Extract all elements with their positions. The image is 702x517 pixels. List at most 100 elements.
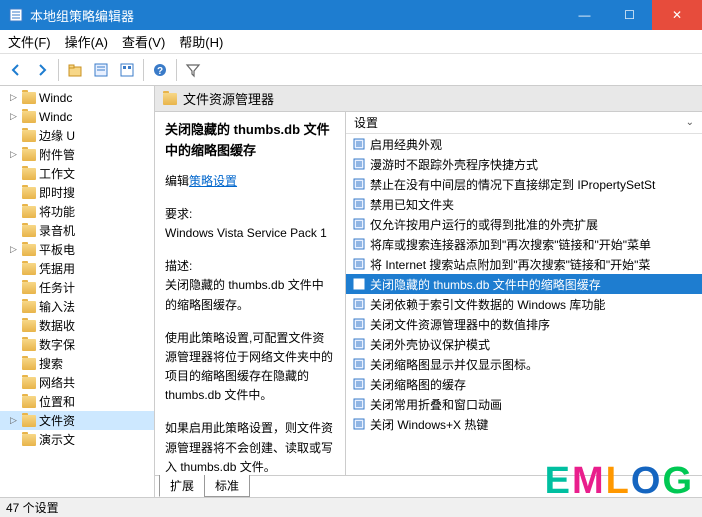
- setting-item[interactable]: 漫游时不跟踪外壳程序快捷方式: [346, 154, 702, 174]
- setting-item[interactable]: 关闭隐藏的 thumbs.db 文件中的缩略图缓存: [346, 274, 702, 294]
- detail-header-title: 文件资源管理器: [183, 89, 274, 108]
- description-column: 关闭隐藏的 thumbs.db 文件中的缩略图缓存 编辑策略设置 要求: Win…: [155, 112, 345, 475]
- setting-item[interactable]: 关闭 Windows+X 热键: [346, 414, 702, 434]
- filter-button[interactable]: [181, 58, 205, 82]
- folder-icon: [22, 320, 36, 332]
- expander-icon[interactable]: [8, 434, 19, 445]
- tree-item-label: 搜索: [39, 355, 63, 372]
- expander-icon[interactable]: ▷: [8, 244, 19, 255]
- expander-icon[interactable]: [8, 320, 19, 331]
- expander-icon[interactable]: [8, 339, 19, 350]
- settings-header[interactable]: 设置 ⌄: [346, 112, 702, 134]
- setting-item[interactable]: 关闭缩略图的缓存: [346, 374, 702, 394]
- settings-column: 设置 ⌄ 启用经典外观漫游时不跟踪外壳程序快捷方式禁止在没有中间层的情况下直接绑…: [345, 112, 702, 475]
- maximize-button[interactable]: ☐: [607, 0, 652, 30]
- edit-policy-link[interactable]: 策略设置: [189, 174, 237, 188]
- expander-icon[interactable]: [8, 187, 19, 198]
- expander-icon[interactable]: ▷: [8, 92, 19, 103]
- forward-button[interactable]: [30, 58, 54, 82]
- tree-item[interactable]: 数据收: [0, 316, 154, 335]
- tree-item[interactable]: ▷Windc: [0, 107, 154, 126]
- close-button[interactable]: ✕: [652, 0, 702, 30]
- setting-item[interactable]: 将库或搜索连接器添加到"再次搜索"链接和"开始"菜单: [346, 234, 702, 254]
- setting-item[interactable]: 仅允许按用户运行的或得到批准的外壳扩展: [346, 214, 702, 234]
- tree-pane[interactable]: ▷Windc▷Windc边缘 U▷附件管工作文即时搜将功能录音机▷平板电凭据用任…: [0, 86, 155, 497]
- tree-item[interactable]: 网络共: [0, 373, 154, 392]
- setting-label: 启用经典外观: [370, 136, 442, 153]
- minimize-button[interactable]: —: [562, 0, 607, 30]
- expander-icon[interactable]: [8, 396, 19, 407]
- menu-action[interactable]: 操作(A): [65, 32, 108, 51]
- tree-item-label: 网络共: [39, 374, 75, 391]
- policy-icon: [352, 417, 366, 431]
- setting-item[interactable]: 关闭缩略图显示并仅显示图标。: [346, 354, 702, 374]
- tree-item[interactable]: 位置和: [0, 392, 154, 411]
- expander-icon[interactable]: [8, 225, 19, 236]
- tree-item[interactable]: ▷附件管: [0, 145, 154, 164]
- expander-icon[interactable]: [8, 263, 19, 274]
- tree-item[interactable]: 数字保: [0, 335, 154, 354]
- tree-item[interactable]: 将功能: [0, 202, 154, 221]
- folder-icon: [22, 244, 36, 256]
- expander-icon[interactable]: ▷: [8, 415, 19, 426]
- up-button[interactable]: [63, 58, 87, 82]
- expander-icon[interactable]: [8, 168, 19, 179]
- tree-item[interactable]: 演示文: [0, 430, 154, 449]
- setting-item[interactable]: 关闭外壳协议保护模式: [346, 334, 702, 354]
- expander-icon[interactable]: [8, 358, 19, 369]
- expander-icon[interactable]: [8, 377, 19, 388]
- tree-item[interactable]: 工作文: [0, 164, 154, 183]
- toolbar: ?: [0, 54, 702, 86]
- menu-file[interactable]: 文件(F): [8, 32, 51, 51]
- folder-icon: [22, 92, 36, 104]
- menu-help[interactable]: 帮助(H): [179, 32, 223, 51]
- settings-list[interactable]: 启用经典外观漫游时不跟踪外壳程序快捷方式禁止在没有中间层的情况下直接绑定到 IP…: [346, 134, 702, 434]
- tree-item[interactable]: 凭据用: [0, 259, 154, 278]
- description-text-1: 关闭隐藏的 thumbs.db 文件中的缩略图缓存。: [165, 276, 335, 314]
- folder-icon: [22, 434, 36, 446]
- setting-item[interactable]: 禁用已知文件夹: [346, 194, 702, 214]
- toolbar-separator: [143, 59, 144, 81]
- setting-item[interactable]: 关闭依赖于索引文件数据的 Windows 库功能: [346, 294, 702, 314]
- back-button[interactable]: [4, 58, 28, 82]
- setting-item[interactable]: 启用经典外观: [346, 134, 702, 154]
- export-button[interactable]: [115, 58, 139, 82]
- setting-item[interactable]: 将 Internet 搜索站点附加到"再次搜索"链接和"开始"菜: [346, 254, 702, 274]
- expander-icon[interactable]: [8, 206, 19, 217]
- policy-icon: [352, 337, 366, 351]
- tree-item[interactable]: ▷文件资: [0, 411, 154, 430]
- folder-icon: [22, 339, 36, 351]
- tree-item-label: 平板电: [39, 241, 75, 258]
- setting-item[interactable]: 关闭文件资源管理器中的数值排序: [346, 314, 702, 334]
- tree-item-label: 即时搜: [39, 184, 75, 201]
- folder-icon: [22, 149, 36, 161]
- tree-item[interactable]: 即时搜: [0, 183, 154, 202]
- properties-button[interactable]: [89, 58, 113, 82]
- tree-item-label: 将功能: [39, 203, 75, 220]
- folder-icon: [22, 111, 36, 123]
- expander-icon[interactable]: [8, 130, 19, 141]
- tree-item[interactable]: 任务计: [0, 278, 154, 297]
- folder-icon: [22, 301, 36, 313]
- expander-icon[interactable]: [8, 282, 19, 293]
- setting-label: 仅允许按用户运行的或得到批准的外壳扩展: [370, 216, 598, 233]
- description-text-3: 如果启用此策略设置，则文件资源管理器将不会创建、读取或写入 thumbs.db …: [165, 419, 335, 475]
- expander-icon[interactable]: ▷: [8, 149, 19, 160]
- tree-item[interactable]: 录音机: [0, 221, 154, 240]
- tree-item[interactable]: 输入法: [0, 297, 154, 316]
- expander-icon[interactable]: ▷: [8, 111, 19, 122]
- setting-item[interactable]: 关闭常用折叠和窗口动画: [346, 394, 702, 414]
- tree-item[interactable]: 边缘 U: [0, 126, 154, 145]
- tree-item[interactable]: 搜索: [0, 354, 154, 373]
- tree-item[interactable]: ▷Windc: [0, 88, 154, 107]
- menubar: 文件(F) 操作(A) 查看(V) 帮助(H): [0, 30, 702, 54]
- expander-icon[interactable]: [8, 301, 19, 312]
- tree-item-label: 任务计: [39, 279, 75, 296]
- tree-item[interactable]: ▷ 平板电: [0, 240, 154, 259]
- menu-view[interactable]: 查看(V): [122, 32, 165, 51]
- tab-standard[interactable]: 标准: [204, 475, 250, 497]
- svg-text:?: ?: [157, 66, 163, 77]
- help-button[interactable]: ?: [148, 58, 172, 82]
- setting-item[interactable]: 禁止在没有中间层的情况下直接绑定到 IPropertySetSt: [346, 174, 702, 194]
- tab-extended[interactable]: 扩展: [159, 475, 205, 497]
